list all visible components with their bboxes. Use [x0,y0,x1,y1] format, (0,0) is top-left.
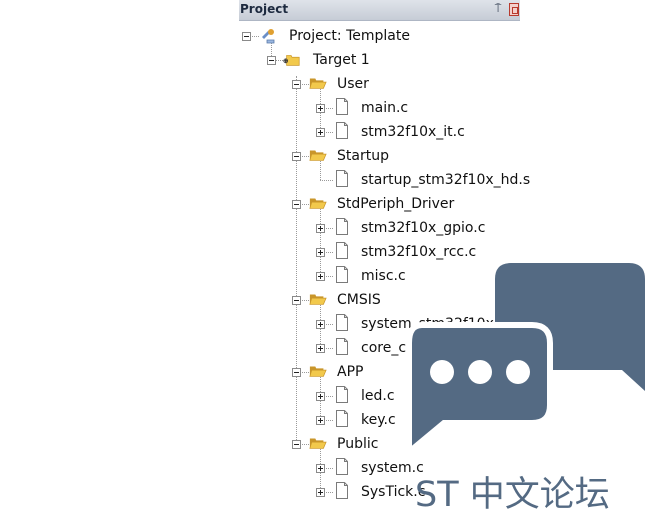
file-icon [333,338,351,355]
tree-item-label: stm32f10x_it.c [361,124,465,140]
folder-open-icon [309,292,327,307]
tree-group-item[interactable]: StdPeriph_Driver [239,192,520,216]
expand-icon[interactable] [316,416,325,425]
tree-item-label: APP [337,364,364,380]
target-folder-icon [283,52,301,67]
tree-item-label: main.c [361,100,409,116]
tree-file-item[interactable]: system_stm32f10x.c [239,312,520,336]
tree-connector-line [320,180,333,181]
tree-group-item[interactable]: APP [239,360,520,384]
file-icon [333,122,351,139]
file-icon [333,218,351,235]
folder-open-icon [309,148,327,163]
tree-group-item[interactable]: CMSIS [239,288,520,312]
file-icon [333,266,351,283]
tree-item-label: misc.c [361,268,406,284]
tree-item-label: SysTick.c [361,484,426,500]
tree-item-label: stm32f10x_rcc.c [361,244,477,260]
tree-group-item[interactable]: User [239,72,520,96]
tree-item-label: User [337,76,369,92]
expand-icon[interactable] [316,104,325,113]
tree-item-label: Target 1 [313,52,370,68]
tree-file-item[interactable]: core_cm3.c [239,336,520,360]
collapse-icon[interactable] [292,440,301,449]
file-icon [333,314,351,331]
expand-icon[interactable] [316,320,325,329]
expand-icon[interactable] [316,392,325,401]
tree-item-label: key.c [361,412,396,428]
tree-group-item[interactable]: Public [239,432,520,456]
tree-file-item[interactable]: system.c [239,456,520,480]
tree-item-label: stm32f10x_gpio.c [361,220,486,236]
tree-item-label: Public [337,436,379,452]
expand-icon[interactable] [316,224,325,233]
collapse-icon[interactable] [292,200,301,209]
tree-item-label: StdPeriph_Driver [337,196,455,212]
tree-file-item[interactable]: stm32f10x_rcc.c [239,240,520,264]
tree-group-item[interactable]: Startup [239,144,520,168]
project-tree: Project: Template Target 1 User main.c stm32… [239,0,530,526]
tree-file-item[interactable]: startup_stm32f10x_hd.s [239,168,530,192]
tree-file-item[interactable]: main.c [239,96,520,120]
tree-item-label: Startup [337,148,389,164]
tree-file-item[interactable]: stm32f10x_it.c [239,120,520,144]
file-icon [333,242,351,259]
file-icon [333,410,351,427]
file-icon [333,170,351,187]
tree-file-item[interactable]: led.c [239,384,520,408]
expand-icon[interactable] [316,248,325,257]
tree-item-label: led.c [361,388,395,404]
tree-item-label: CMSIS [337,292,381,308]
folder-open-icon [309,76,327,91]
tree-item-label: system_stm32f10x.c [361,316,507,332]
tree-project-item[interactable]: Project: Template [239,24,520,48]
file-icon [333,482,351,499]
tree-file-item[interactable]: SysTick.c [239,480,520,504]
folder-open-icon [309,196,327,211]
tree-file-item[interactable]: stm32f10x_gpio.c [239,216,520,240]
tree-item-label: system.c [361,460,424,476]
expand-icon[interactable] [316,344,325,353]
tree-item-label: startup_stm32f10x_hd.s [361,172,531,188]
project-icon [259,28,277,43]
collapse-icon[interactable] [292,152,301,161]
expand-icon[interactable] [316,488,325,497]
tree-file-item[interactable]: misc.c [239,264,520,288]
folder-open-icon [309,364,327,379]
tree-item-label: Project: Template [289,28,410,44]
file-icon [333,386,351,403]
file-icon [333,98,351,115]
collapse-icon[interactable] [292,80,301,89]
collapse-icon[interactable] [292,368,301,377]
tree-file-item[interactable]: key.c [239,408,520,432]
folder-open-icon [309,436,327,451]
project-window: Project ⍑ Project: Template Target 1 User m… [239,0,530,526]
file-icon [333,458,351,475]
expand-icon[interactable] [316,128,325,137]
expand-icon[interactable] [316,464,325,473]
expand-icon[interactable] [316,272,325,281]
collapse-icon[interactable] [267,56,276,65]
collapse-icon[interactable] [242,32,251,41]
collapse-icon[interactable] [292,296,301,305]
tree-item-label: core_cm3.c [361,340,441,356]
tree-target-item[interactable]: Target 1 [239,48,520,72]
